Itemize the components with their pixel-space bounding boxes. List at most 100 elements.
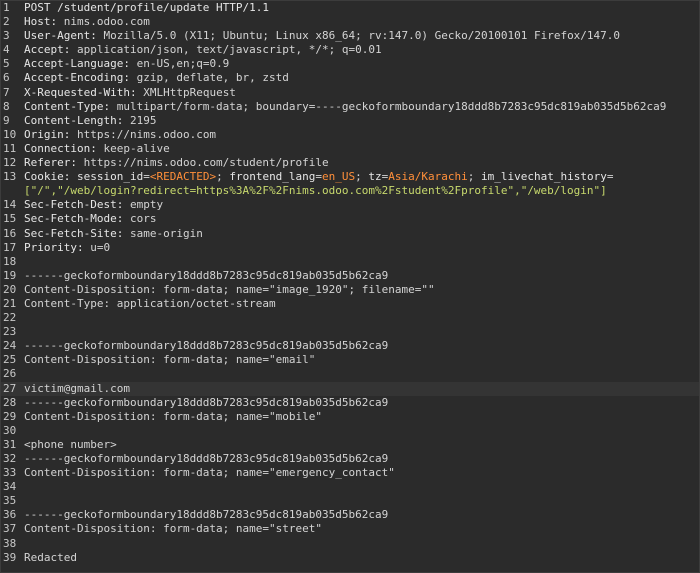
- editor-line[interactable]: 20 Content-Disposition: form-data; name="…: [1, 283, 699, 297]
- text-segment: <phone number>: [24, 437, 117, 451]
- editor-line[interactable]: 16 Sec-Fetch-Site: same-origin: [1, 227, 699, 241]
- editor-line[interactable]: 6 Accept-Encoding: gzip, deflate, br, zst…: [1, 71, 699, 85]
- editor-line[interactable]: 5 Accept-Language: en-US,en;q=0.9: [1, 57, 699, 71]
- editor-line[interactable]: 8 Content-Type: multipart/form-data; boun…: [1, 100, 699, 114]
- text-segment: Content-Disposition: form-data; name="em…: [24, 353, 316, 367]
- cookie-value: <REDACTED>: [149, 170, 217, 184]
- text-segment: =: [606, 170, 614, 184]
- text-segment: gzip, deflate, br, zstd: [136, 71, 289, 85]
- editor-line[interactable]: 37 Content-Disposition: form-data; name="…: [1, 522, 699, 536]
- cookie-name: tz: [368, 170, 382, 184]
- text-segment: cors: [129, 212, 157, 226]
- text-segment: Content-Type: application/octet-stream: [24, 296, 276, 310]
- editor-line[interactable]: 12 Referer: https://nims.odoo.com/student…: [1, 156, 699, 170]
- text-segment: ------geckoformboundary18ddd8b7283c95dc8…: [24, 339, 389, 353]
- editor-line[interactable]: 35: [1, 494, 699, 508]
- line-content: User-Agent: Mozilla/5.0 (X11; Ubuntu; Li…: [24, 29, 620, 43]
- line-content: Accept: application/json, text/javascrip…: [24, 43, 382, 57]
- editor-line[interactable]: 31 <phone number>: [1, 438, 699, 452]
- text-segment: ------geckoformboundary18ddd8b7283c95dc8…: [24, 395, 389, 409]
- line-content: Content-Disposition: form-data; name="mo…: [24, 410, 322, 424]
- cookie-name: session_id: [76, 170, 144, 184]
- editor-line[interactable]: 25 Content-Disposition: form-data; name="…: [1, 353, 699, 367]
- editor-line[interactable]: 36 ------geckoformboundary18ddd8b7283c95d…: [1, 508, 699, 522]
- text-segment: ------geckoformboundary18ddd8b7283c95dc8…: [24, 508, 389, 522]
- line-number: 17: [3, 240, 17, 254]
- editor-line[interactable]: 22: [1, 311, 699, 325]
- text-segment: Content-Disposition: form-data; name="em…: [24, 466, 395, 480]
- editor-line[interactable]: 2 Host: nims.odoo.com: [1, 15, 699, 29]
- line-content: ------geckoformboundary18ddd8b7283c95dc8…: [24, 508, 388, 522]
- editor-line[interactable]: 4 Accept: application/json, text/javascri…: [1, 43, 699, 57]
- editor-line[interactable]: 27 victim@gmail.com: [1, 381, 699, 396]
- text-segment: ------geckoformboundary18ddd8b7283c95dc8…: [24, 452, 389, 465]
- text-segment: Content-Disposition: form-data; name="mo…: [24, 409, 323, 423]
- editor-line[interactable]: 18: [1, 255, 699, 269]
- line-number: 39: [3, 550, 17, 564]
- header-name: Priority:: [24, 240, 91, 254]
- line-number: 3: [3, 29, 10, 43]
- line-number: 27: [3, 381, 17, 395]
- editor-line[interactable]: 29 Content-Disposition: form-data; name="…: [1, 410, 699, 424]
- editor-line[interactable]: 14 Sec-Fetch-Dest: empty: [1, 198, 699, 212]
- editor-line[interactable]: 10 Origin: https://nims.odoo.com: [1, 128, 699, 142]
- editor-line[interactable]: 39 Redacted: [1, 551, 699, 565]
- line-content: Sec-Fetch-Dest: empty: [24, 198, 163, 212]
- editor-line[interactable]: 1 POST /student/profile/update HTTP/1.1: [1, 1, 699, 15]
- editor-line[interactable]: 9 Content-Length: 2195: [1, 114, 699, 128]
- line-number: 30: [3, 423, 17, 437]
- header-name: Accept:: [24, 43, 77, 57]
- editor-line[interactable]: 28 ------geckoformboundary18ddd8b7283c95d…: [1, 396, 699, 410]
- header-name: Origin:: [24, 127, 77, 141]
- editor-line[interactable]: 15 Sec-Fetch-Mode: cors: [1, 212, 699, 226]
- header-name: Referer:: [24, 156, 84, 170]
- editor-line[interactable]: 3 User-Agent: Mozilla/5.0 (X11; Ubuntu; L…: [1, 29, 699, 43]
- line-content: Content-Disposition: form-data; name="st…: [24, 522, 322, 536]
- editor-line[interactable]: 24 ------geckoformboundary18ddd8b7283c95d…: [1, 339, 699, 353]
- header-name: Content-Length:: [24, 113, 130, 127]
- line-number: 26: [3, 367, 17, 381]
- editor-line[interactable]: 38: [1, 537, 699, 551]
- header-name: POST /student/profile/update HTTP/1.1: [24, 1, 270, 14]
- line-content: Content-Disposition: form-data; name="em…: [24, 353, 315, 367]
- line-number: 5: [3, 57, 10, 71]
- editor-line[interactable]: 23: [1, 325, 699, 339]
- text-segment: ;: [467, 170, 482, 184]
- raw-request-editor[interactable]: 1 POST /student/profile/update HTTP/1.1 2 H…: [0, 0, 700, 573]
- editor-line[interactable]: 13 Cookie: session_id=<REDACTED>; fronten…: [1, 170, 699, 184]
- line-content: ------geckoformboundary18ddd8b7283c95dc8…: [24, 452, 388, 466]
- text-segment: multipart/form-data; boundary=----geckof…: [116, 99, 667, 113]
- editor-line[interactable]: 34: [1, 480, 699, 494]
- editor-line[interactable]: 33 Content-Disposition: form-data; name="…: [1, 466, 699, 480]
- editor-line[interactable]: 11 Connection: keep-alive: [1, 142, 699, 156]
- line-content: Connection: keep-alive: [24, 142, 170, 156]
- line-number: 28: [3, 395, 17, 409]
- line-content: Accept-Language: en-US,en;q=0.9: [24, 57, 229, 71]
- line-content: Content-Disposition: form-data; name="em…: [24, 466, 395, 480]
- line-number: 12: [3, 156, 17, 170]
- header-name: User-Agent:: [24, 29, 104, 43]
- line-content: Cookie: session_id=<REDACTED>; frontend_…: [24, 170, 614, 184]
- text-segment: ;: [216, 170, 230, 184]
- cookie-value: en_US: [322, 170, 356, 184]
- editor-line[interactable]: 26: [1, 367, 699, 381]
- editor-line[interactable]: 7 X-Requested-With: XMLHttpRequest: [1, 86, 699, 100]
- header-name: Connection:: [24, 141, 104, 155]
- line-content: ["/","/web/login?redirect=https%3A%2F%2F…: [24, 184, 607, 198]
- header-name: Sec-Fetch-Mode:: [24, 212, 130, 226]
- editor-line[interactable]: 32 ------geckoformboundary18ddd8b7283c95d…: [1, 452, 699, 466]
- editor-line[interactable]: 21 Content-Type: application/octet-stream: [1, 297, 699, 311]
- header-name: Accept-Language:: [24, 57, 137, 71]
- editor-line[interactable]: 19 ------geckoformboundary18ddd8b7283c95d…: [1, 269, 699, 283]
- editor-line[interactable]: ["/","/web/login?redirect=https%3A%2F%2F…: [1, 184, 699, 198]
- line-number: 37: [3, 522, 17, 536]
- header-name: Accept-Encoding:: [24, 71, 137, 85]
- line-number: 15: [3, 212, 17, 226]
- line-number: 6: [3, 71, 10, 85]
- line-number: 35: [3, 494, 17, 508]
- text-segment: XMLHttpRequest: [143, 85, 236, 99]
- editor-line[interactable]: 30: [1, 424, 699, 438]
- editor-line[interactable]: 17 Priority: u=0: [1, 241, 699, 255]
- text-segment: ;: [355, 170, 369, 184]
- line-number: 34: [3, 480, 17, 494]
